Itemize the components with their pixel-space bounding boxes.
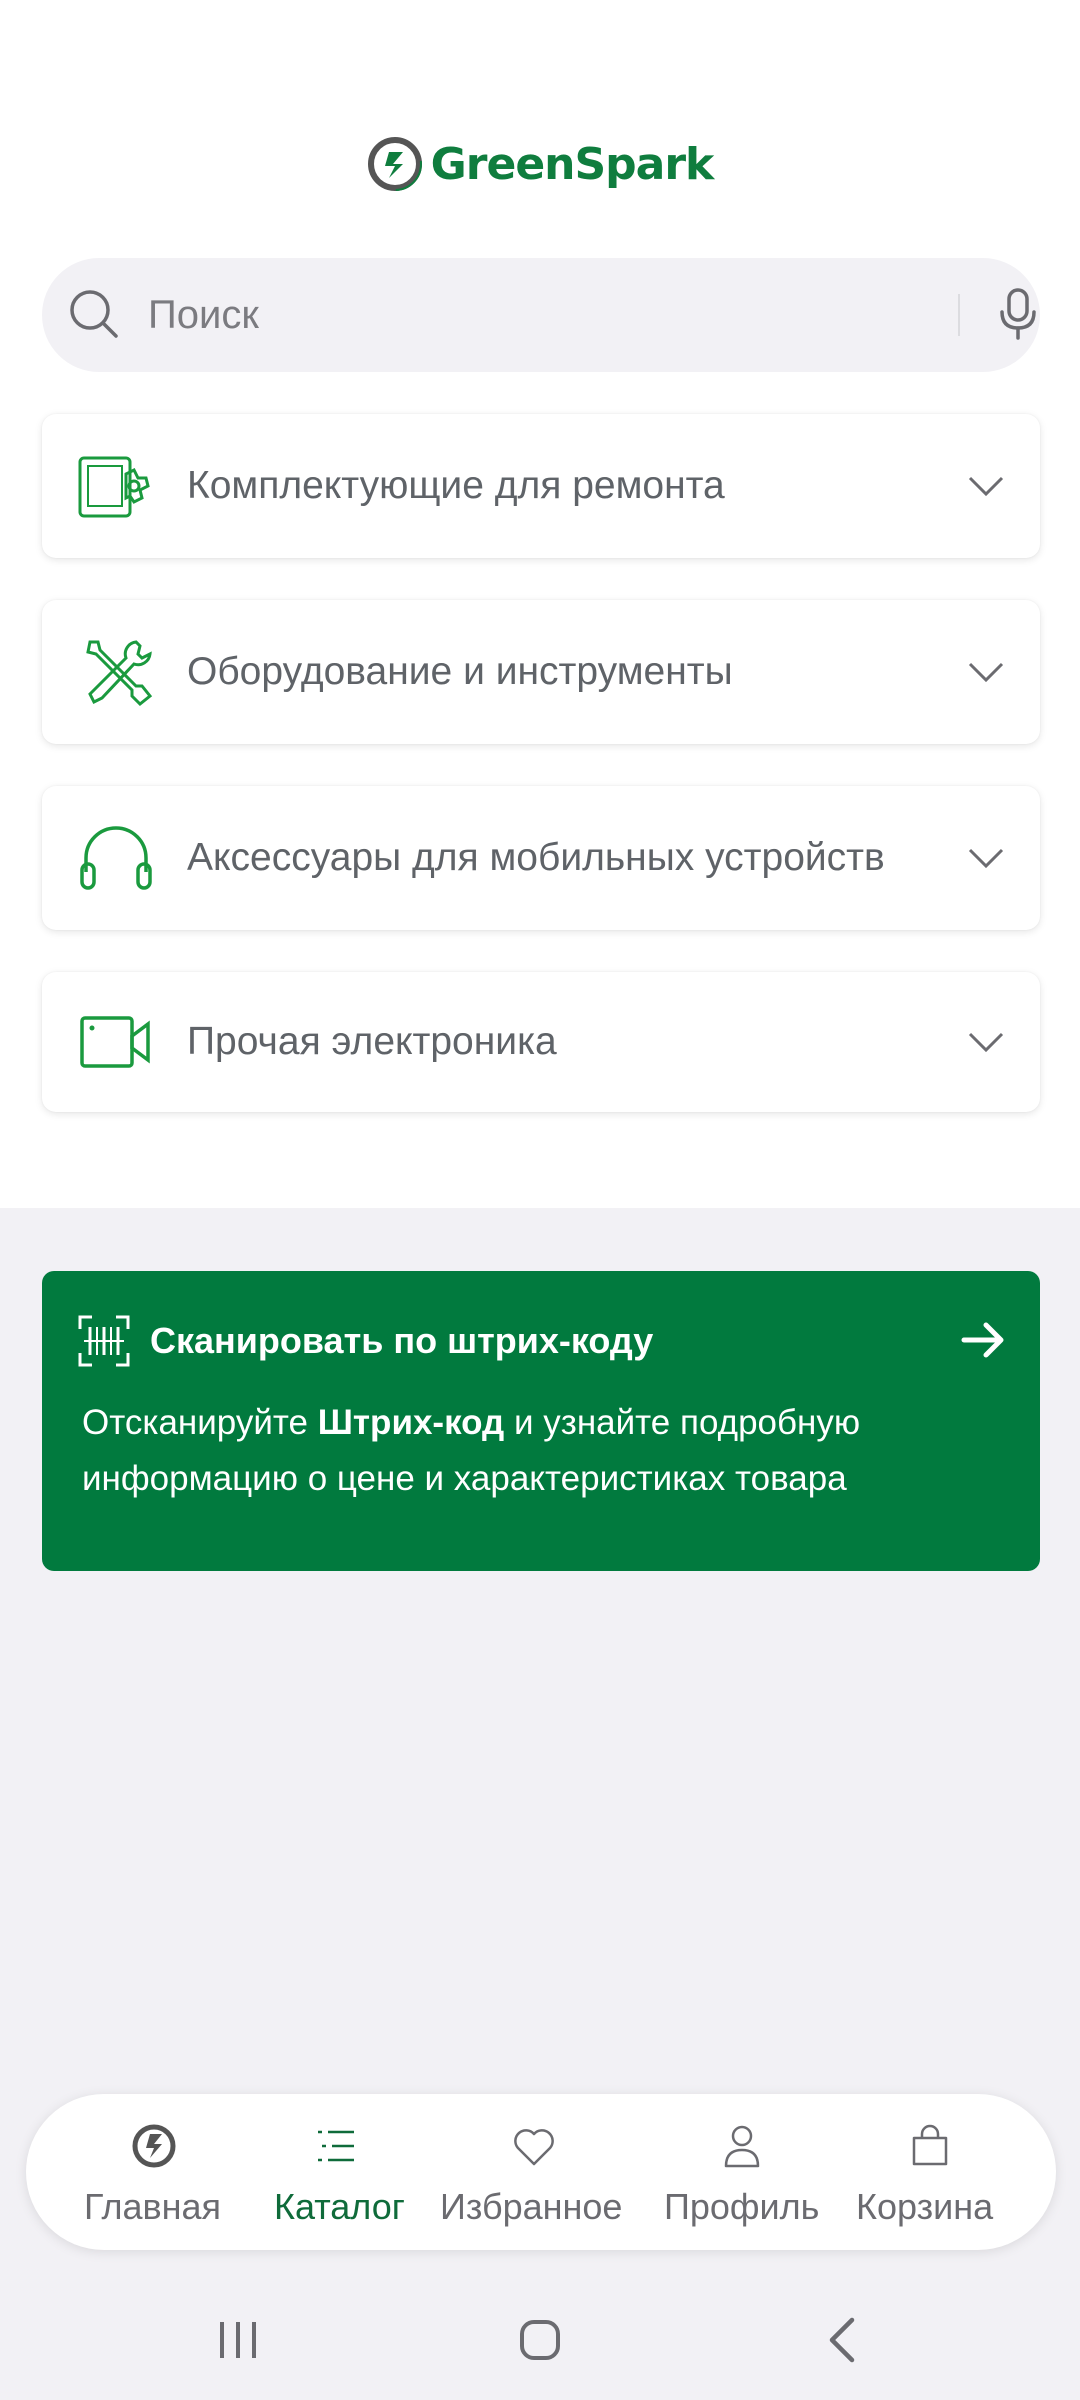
nav-label: Профиль [664, 2186, 820, 2227]
category-other-electronics[interactable]: Прочая электроника [42, 972, 1040, 1112]
category-label: Оборудование и инструменты [187, 650, 733, 693]
home-button-icon[interactable] [480, 2280, 600, 2400]
logo-text: GreenSpark [430, 138, 715, 190]
category-mobile-accessories[interactable]: Аксессуары для мобильных устройств [42, 786, 1040, 930]
top-area: GreenSpark Комплектующие [0, 0, 1080, 1208]
scan-description: Отсканируйте Штрих-код и узнайте подробн… [82, 1403, 861, 1498]
category-repair-parts[interactable]: Комплектующие для ремонта [42, 414, 1040, 558]
nav-favorites[interactable]: Избранное [440, 2094, 630, 2250]
search-icon [70, 290, 118, 338]
headphones-icon [80, 826, 152, 890]
phone-gear-icon [78, 456, 150, 518]
search-divider [958, 294, 960, 336]
arrow-right-icon[interactable] [958, 1315, 1008, 1365]
nav-profile[interactable]: Профиль [664, 2094, 824, 2250]
bottom-navigation: Главная Каталог Избранное Профиль Корзин… [26, 2094, 1056, 2250]
search-input[interactable] [148, 280, 948, 350]
nav-catalog[interactable]: Каталог [266, 2094, 406, 2250]
category-equipment-tools[interactable]: Оборудование и инструменты [42, 600, 1040, 744]
category-label: Прочая электроника [187, 1020, 557, 1063]
scan-title: Сканировать по штрих-коду [150, 1320, 654, 1361]
nav-home[interactable]: Главная [84, 2094, 224, 2250]
catalog-screen: GreenSpark Комплектующие [0, 0, 1080, 2400]
barcode-scan-icon [78, 1315, 130, 1367]
video-camera-icon [80, 1016, 150, 1068]
microphone-icon[interactable] [990, 284, 1046, 344]
back-icon[interactable] [784, 2280, 904, 2400]
system-navigation-bar [0, 2280, 1080, 2400]
chevron-down-icon [968, 848, 1004, 869]
category-label: Комплектующие для ремонта [187, 464, 725, 507]
nav-label: Главная [84, 2186, 222, 2227]
nav-label: Корзина [856, 2186, 994, 2227]
nav-cart[interactable]: Корзина [856, 2094, 1006, 2250]
user-icon [724, 2125, 760, 2168]
app-logo: GreenSpark [0, 128, 1080, 200]
search-bar[interactable] [42, 258, 1040, 372]
barcode-scan-banner[interactable]: Сканировать по штрих-коду Отсканируйте Ш… [42, 1271, 1040, 1571]
nav-label: Избранное [440, 2186, 623, 2227]
chevron-down-icon [968, 476, 1004, 497]
scan-description-bold: Штрих-код [317, 1403, 505, 1442]
recent-apps-icon[interactable] [178, 2280, 298, 2400]
greenspark-logo-icon [367, 137, 422, 191]
chevron-down-icon [968, 662, 1004, 683]
chevron-down-icon [968, 1032, 1004, 1053]
home-logo-icon [132, 2124, 176, 2168]
category-label: Аксессуары для мобильных устройств [187, 836, 885, 879]
heart-icon [514, 2129, 554, 2166]
nav-label: Каталог [274, 2186, 405, 2227]
tools-icon [86, 640, 153, 707]
bag-icon [912, 2124, 948, 2166]
catalog-list-icon [318, 2130, 354, 2162]
